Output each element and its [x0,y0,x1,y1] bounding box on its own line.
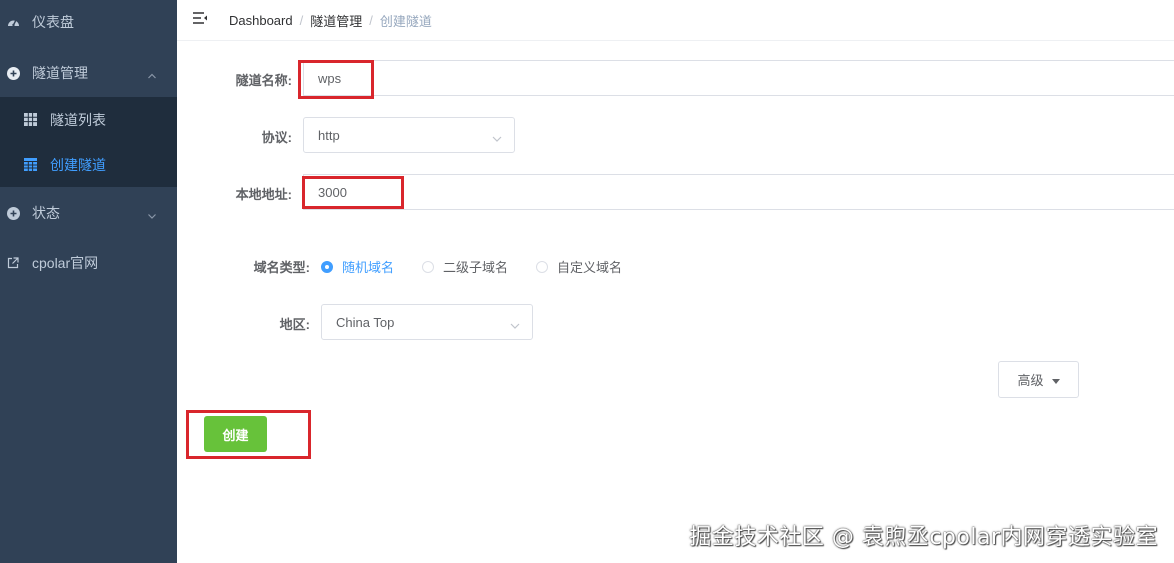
local-address-input[interactable]: 3000 [303,174,1174,210]
app-root: 仪表盘 隧道管理 隧道列表 创建隧道 状态 cpolar官网 Dashboard… [0,0,1174,563]
breadcrumb-separator: / [299,13,304,28]
domain-type-label: 域名类型: [253,260,310,275]
hamburger-icon[interactable] [192,11,208,25]
sidebar-item-tunnel-list[interactable]: 隧道列表 [0,97,177,142]
radio-label: 随机域名 [342,260,395,275]
sidebar-item-label: 隧道管理 [32,65,88,81]
sidebar-item-label: 状态 [32,205,60,221]
region-label: 地区: [279,317,310,332]
local-address-value: 3000 [318,184,347,200]
sidebar-submenu: 隧道列表 创建隧道 [0,97,177,187]
top-navbar: Dashboard / 隧道管理 / 创建隧道 [177,0,1174,41]
sidebar-item-tunnel-management[interactable]: 隧道管理 [0,50,177,96]
plus-circle-icon [6,66,20,80]
sidebar-item-cpolar-site[interactable]: cpolar官网 [0,240,177,286]
protocol-select[interactable]: http [303,117,515,153]
radio-dot [321,260,333,273]
sidebar-item-create-tunnel[interactable]: 创建隧道 [0,142,177,187]
chevron-down-icon [510,318,520,333]
protocol-value: http [318,127,340,143]
tunnel-name-value: wps [318,70,342,86]
dashboard-icon [6,15,20,29]
sidebar-item-label: 仪表盘 [32,13,74,30]
domain-type-radio-group: 随机域名 二级子域名 自定义域名 [321,257,650,276]
breadcrumb-create-tunnel: 创建隧道 [379,14,432,29]
breadcrumb-separator: / [369,13,373,28]
chevron-down-icon [492,131,502,146]
tunnel-name-input[interactable]: wps [303,60,1174,96]
radio-random-domain[interactable]: 随机域名 [321,257,394,276]
radio-label: 自定义域名 [557,260,623,275]
create-button[interactable]: 创建 [204,416,267,452]
watermark-text: 掘金技术社区 @ 袁煦丞cpolar内网穿透实验室 [689,525,1158,550]
region-value: China Top [336,314,395,330]
advanced-label: 高级 [1017,373,1044,388]
sidebar: 仪表盘 隧道管理 隧道列表 创建隧道 状态 cpolar官网 [0,0,177,563]
caret-down-icon [1051,372,1060,387]
sidebar-item-status[interactable]: 状态 [0,190,177,236]
protocol-label: 协议: [261,130,292,145]
sidebar-item-label: 隧道列表 [50,111,106,128]
plus-circle-icon [6,206,20,220]
radio-label: 二级子域名 [443,260,509,275]
breadcrumb: Dashboard / 隧道管理 / 创建隧道 [229,11,432,30]
region-select[interactable]: China Top [321,304,533,340]
local-address-label: 本地地址: [235,187,292,202]
radio-subdomain[interactable]: 二级子域名 [422,257,508,276]
radio-custom-domain[interactable]: 自定义域名 [536,257,622,276]
breadcrumb-tunnel-management[interactable]: 隧道管理 [310,11,362,30]
sidebar-item-dashboard[interactable]: 仪表盘 [0,0,177,43]
radio-dot [536,260,549,273]
chevron-down-icon [147,208,157,224]
sidebar-item-label: 创建隧道 [50,156,106,173]
radio-dot [422,260,435,273]
sidebar-item-label: cpolar官网 [32,255,99,271]
external-link-icon [6,256,20,270]
chevron-up-icon [147,68,157,84]
advanced-button[interactable]: 高级 [998,361,1079,398]
tunnel-name-label: 隧道名称: [235,73,292,88]
create-label: 创建 [222,427,249,443]
breadcrumb-dashboard[interactable]: Dashboard [229,13,293,28]
grid-icon [24,112,38,127]
table-icon [24,157,38,172]
